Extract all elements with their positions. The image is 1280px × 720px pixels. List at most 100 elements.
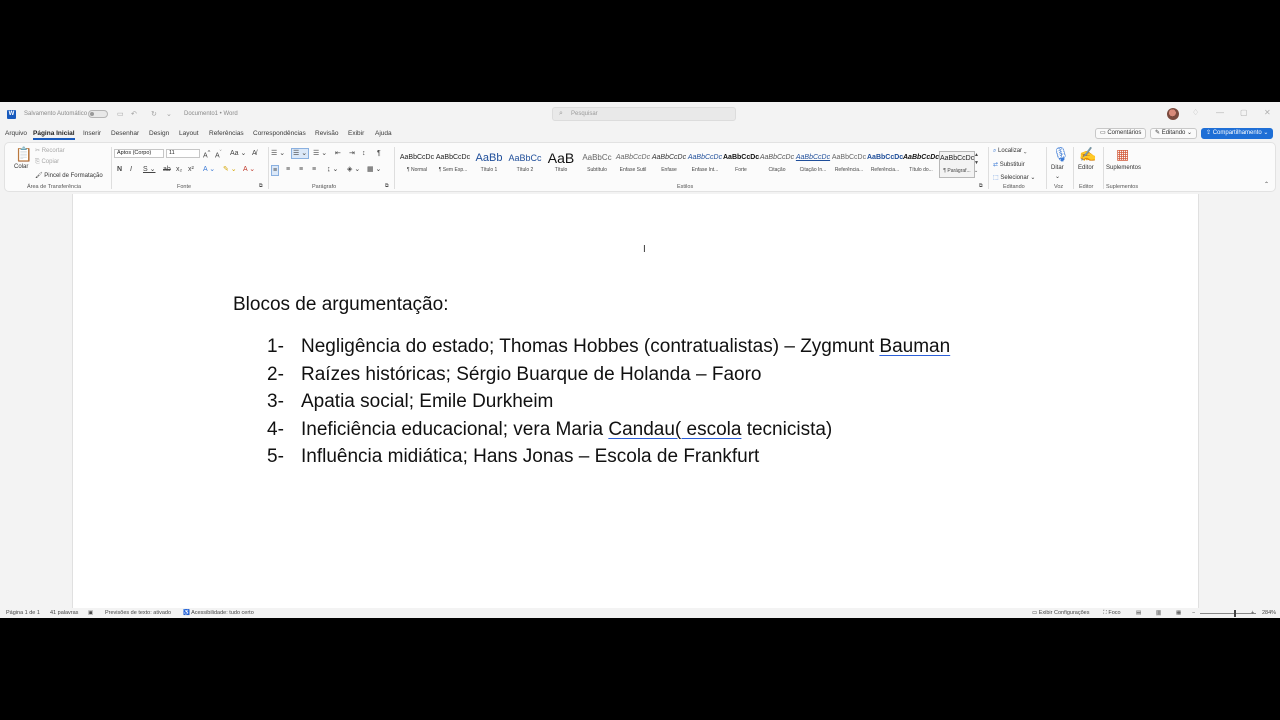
increase-indent-icon[interactable]: ⇥ [349, 149, 355, 158]
numbering-icon[interactable]: ☰ ⌄ [291, 148, 310, 159]
tab-pagina-inicial[interactable]: Página Inicial [33, 130, 75, 140]
font-dialog-icon[interactable]: ⧉ [259, 182, 263, 191]
document-page[interactable]: I Blocos de argumentação: 1- Negligência… [72, 194, 1199, 608]
search-box[interactable]: ⌕ Pesquisar [552, 107, 736, 121]
cut-button[interactable]: ✂ Recortar [35, 147, 65, 154]
style-item[interactable]: AaBbCcDc Ênfase Int... [687, 151, 723, 178]
editor-button[interactable]: Editor [1078, 165, 1094, 171]
align-left-icon[interactable]: ≡ [271, 165, 280, 176]
bold-icon[interactable]: N [117, 165, 122, 174]
document-area[interactable]: I Blocos de argumentação: 1- Negligência… [0, 194, 1280, 608]
save-icon[interactable]: ▭ [117, 110, 124, 118]
addins-button[interactable]: Suplementos [1106, 165, 1141, 171]
style-item[interactable]: AaBbCcDc Citação In... [795, 151, 831, 178]
addins-icon[interactable]: ▦ [1116, 147, 1129, 161]
close-icon[interactable]: ✕ [1264, 108, 1271, 117]
proofing-icon[interactable]: ▣ [88, 610, 93, 616]
tab-correspondencias[interactable]: Correspondências [253, 130, 306, 137]
text-predictions[interactable]: Previsões de texto: ativado [105, 610, 171, 616]
styles-dialog-icon[interactable]: ⧉ [979, 182, 983, 191]
minimize-icon[interactable]: — [1216, 108, 1224, 117]
copy-button[interactable]: ⎘ Copiar [35, 159, 59, 166]
tab-inserir[interactable]: Inserir [83, 130, 101, 137]
decrease-indent-icon[interactable]: ⇤ [335, 149, 341, 158]
zoom-slider-thumb[interactable] [1234, 610, 1236, 617]
style-item[interactable]: AaBbCcDc Referência... [867, 151, 903, 178]
accessibility-status[interactable]: ♿ Acessibilidade: tudo certo [183, 610, 254, 616]
font-size-dropdown[interactable]: 11 [166, 149, 200, 158]
find-button[interactable]: ⌕ Localizar ⌄ [993, 148, 1027, 155]
bullets-icon[interactable]: ☰ ⌄ [271, 149, 285, 158]
style-item[interactable]: AaBbCcDc Citação [759, 151, 795, 178]
align-center-icon[interactable]: ≡ [286, 165, 290, 174]
paste-icon[interactable]: 📋 [15, 147, 32, 161]
tab-referencias[interactable]: Referências [209, 130, 244, 137]
web-layout-icon[interactable]: ▦ [1176, 610, 1181, 616]
share-button[interactable]: ⇪ Compartilhamento ⌄ [1201, 128, 1274, 139]
undo-icon[interactable]: ↶ [131, 110, 137, 118]
shading-icon[interactable]: ◈ ⌄ [347, 165, 360, 174]
tab-design[interactable]: Design [149, 130, 169, 137]
style-item[interactable]: AaBbCcDc ¶ Normal [399, 151, 435, 178]
style-item[interactable]: AaBbCcDc Título do... [903, 151, 939, 178]
style-item[interactable]: AaBbCcDc Ênfase [651, 151, 687, 178]
collapse-ribbon-icon[interactable]: ⌃ [1264, 181, 1269, 190]
highlight-icon[interactable]: ✎ ⌄ [223, 165, 237, 174]
microphone-icon[interactable]: 🎙 [1052, 147, 1070, 161]
tab-revisao[interactable]: Revisão [315, 130, 338, 137]
change-case-icon[interactable]: Aa ⌄ [230, 149, 246, 158]
editing-mode-button[interactable]: ✎ Editando ⌄ [1150, 128, 1198, 139]
style-item[interactable]: AaBbCcDc Referência... [831, 151, 867, 178]
display-settings-button[interactable]: ▭ Exibir Configurações [1032, 610, 1089, 616]
style-item[interactable]: AaBbCcDc ¶ Parágraf... [939, 151, 975, 178]
shrink-font-icon[interactable]: Aˇ [215, 149, 222, 160]
document-heading[interactable]: Blocos de argumentação: [233, 294, 448, 316]
avatar[interactable] [1167, 108, 1179, 120]
style-item[interactable]: AaBbCc Subtítulo [579, 151, 615, 178]
sort-icon[interactable]: ↕ [362, 149, 366, 158]
styles-scroll-icon[interactable]: ▲ ▼ ⌄ [974, 151, 979, 175]
font-name-dropdown[interactable]: Aptos (Corpo) [114, 149, 164, 158]
maximize-icon[interactable]: ▢ [1240, 108, 1248, 117]
align-right-icon[interactable]: ≡ [299, 165, 303, 174]
tab-ajuda[interactable]: Ajuda [375, 130, 392, 137]
tab-desenhar[interactable]: Desenhar [111, 130, 139, 137]
borders-icon[interactable]: ▦ ⌄ [367, 165, 381, 174]
autosave-toggle[interactable] [88, 110, 108, 118]
replace-button[interactable]: ⇄ Substituir [993, 161, 1025, 168]
clear-format-icon[interactable]: A̸ [252, 149, 257, 158]
multilevel-list-icon[interactable]: ☰ ⌄ [313, 149, 327, 158]
underline-icon[interactable]: S ⌄ [143, 165, 155, 174]
strikethrough-icon[interactable]: ab [163, 165, 171, 174]
print-layout-icon[interactable]: ▥ [1156, 610, 1162, 616]
grow-font-icon[interactable]: A^ [203, 149, 210, 160]
dictate-dropdown[interactable]: ⌄ [1055, 173, 1060, 180]
select-button[interactable]: ⬚ Selecionar ⌄ [993, 174, 1035, 181]
italic-icon[interactable]: I [130, 165, 132, 174]
page-count[interactable]: Página 1 de 1 [6, 610, 40, 616]
spell-flagged-text[interactable]: Bauman [879, 336, 950, 357]
style-item[interactable]: AaBbCcDc Forte [723, 151, 759, 178]
word-count[interactable]: 41 palavras [50, 610, 78, 616]
lightbulb-icon[interactable]: ♢ [1192, 108, 1199, 117]
tab-exibir[interactable]: Exibir [348, 130, 364, 137]
redo-icon[interactable]: ↻ [151, 110, 157, 118]
show-formatting-icon[interactable]: ¶ [377, 149, 381, 158]
paragraph-dialog-icon[interactable]: ⧉ [385, 182, 389, 191]
superscript-icon[interactable]: x² [188, 165, 194, 174]
grammar-flagged-text[interactable]: Candau( escola [608, 419, 741, 440]
style-item[interactable]: AaBbCc Título 2 [507, 151, 543, 178]
read-mode-icon[interactable]: ▤ [1136, 610, 1141, 616]
font-color-icon[interactable]: A ⌄ [243, 165, 255, 174]
dictate-button[interactable]: Ditar [1051, 165, 1064, 171]
editor-icon[interactable]: ✍ [1079, 147, 1096, 161]
style-item[interactable]: AaBbCcDc Ênfase Sutil [615, 151, 651, 178]
style-item[interactable]: AaBbCcDc ¶ Sem Esp... [435, 151, 471, 178]
style-item[interactable]: AaBb Título 1 [471, 151, 507, 178]
paste-button[interactable]: Colar [14, 164, 28, 170]
zoom-out-icon[interactable]: − [1192, 610, 1195, 616]
justify-icon[interactable]: ≡ [312, 165, 316, 174]
comments-button[interactable]: ▭ Comentários [1095, 128, 1147, 139]
subscript-icon[interactable]: x₂ [176, 165, 182, 174]
zoom-level[interactable]: 284% [1262, 610, 1276, 616]
